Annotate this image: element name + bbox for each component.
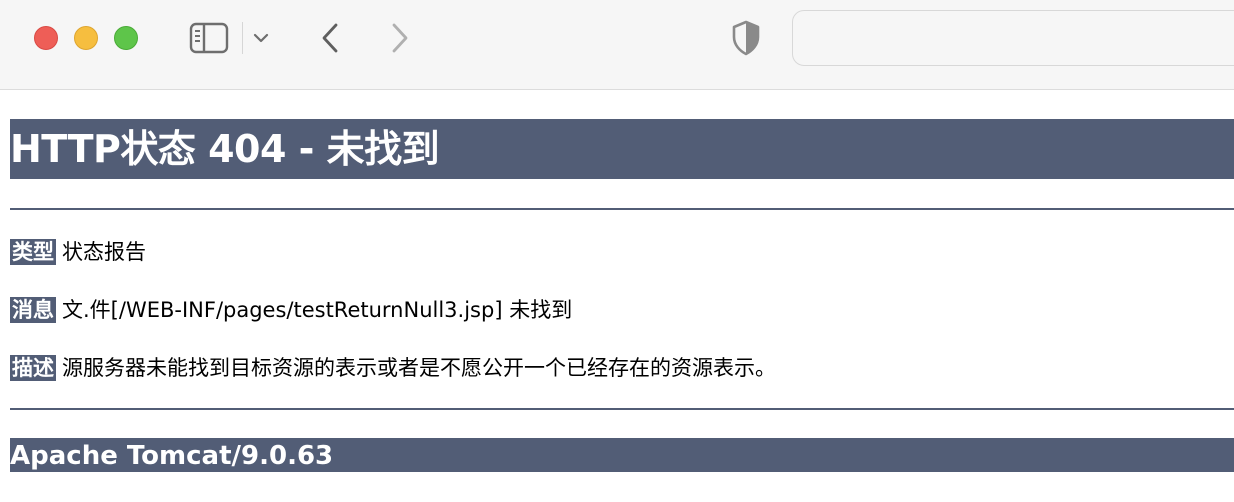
type-row: 类型 状态报告	[10, 238, 146, 266]
type-label: 类型	[10, 239, 56, 265]
sidebar-toggle-button[interactable]	[184, 20, 234, 56]
description-label: 描述	[10, 355, 56, 381]
chevron-down-icon	[253, 33, 269, 43]
zoom-window-button[interactable]	[114, 26, 138, 50]
chevron-left-icon	[322, 23, 338, 53]
sidebar-menu-button[interactable]	[250, 26, 272, 50]
description-row: 描述 源服务器未能找到目标资源的表示或者是不愿公开一个已经存在的资源表示。	[10, 354, 776, 382]
message-value: 文.件[/WEB-INF/pages/testReturnNull3.jsp] …	[62, 298, 573, 322]
sidebar-icon	[189, 22, 229, 54]
back-button[interactable]	[310, 18, 350, 58]
message-row: 消息 文.件[/WEB-INF/pages/testReturnNull3.jsp…	[10, 296, 572, 324]
address-bar[interactable]	[792, 10, 1234, 66]
message-label: 消息	[10, 297, 56, 323]
shield-icon	[732, 20, 760, 56]
chevron-right-icon	[392, 23, 408, 53]
divider-top	[10, 208, 1234, 210]
privacy-report-button[interactable]	[726, 18, 766, 58]
browser-toolbar	[0, 0, 1234, 90]
page-title: HTTP状态 404 - 未找到	[10, 119, 1234, 179]
toolbar-divider	[242, 22, 243, 54]
divider-bottom	[10, 408, 1234, 410]
forward-button[interactable]	[380, 18, 420, 58]
minimize-window-button[interactable]	[74, 26, 98, 50]
server-footer: Apache Tomcat/9.0.63	[10, 438, 1234, 472]
description-value: 源服务器未能找到目标资源的表示或者是不愿公开一个已经存在的资源表示。	[62, 356, 776, 380]
type-value: 状态报告	[62, 240, 146, 264]
close-window-button[interactable]	[34, 26, 58, 50]
